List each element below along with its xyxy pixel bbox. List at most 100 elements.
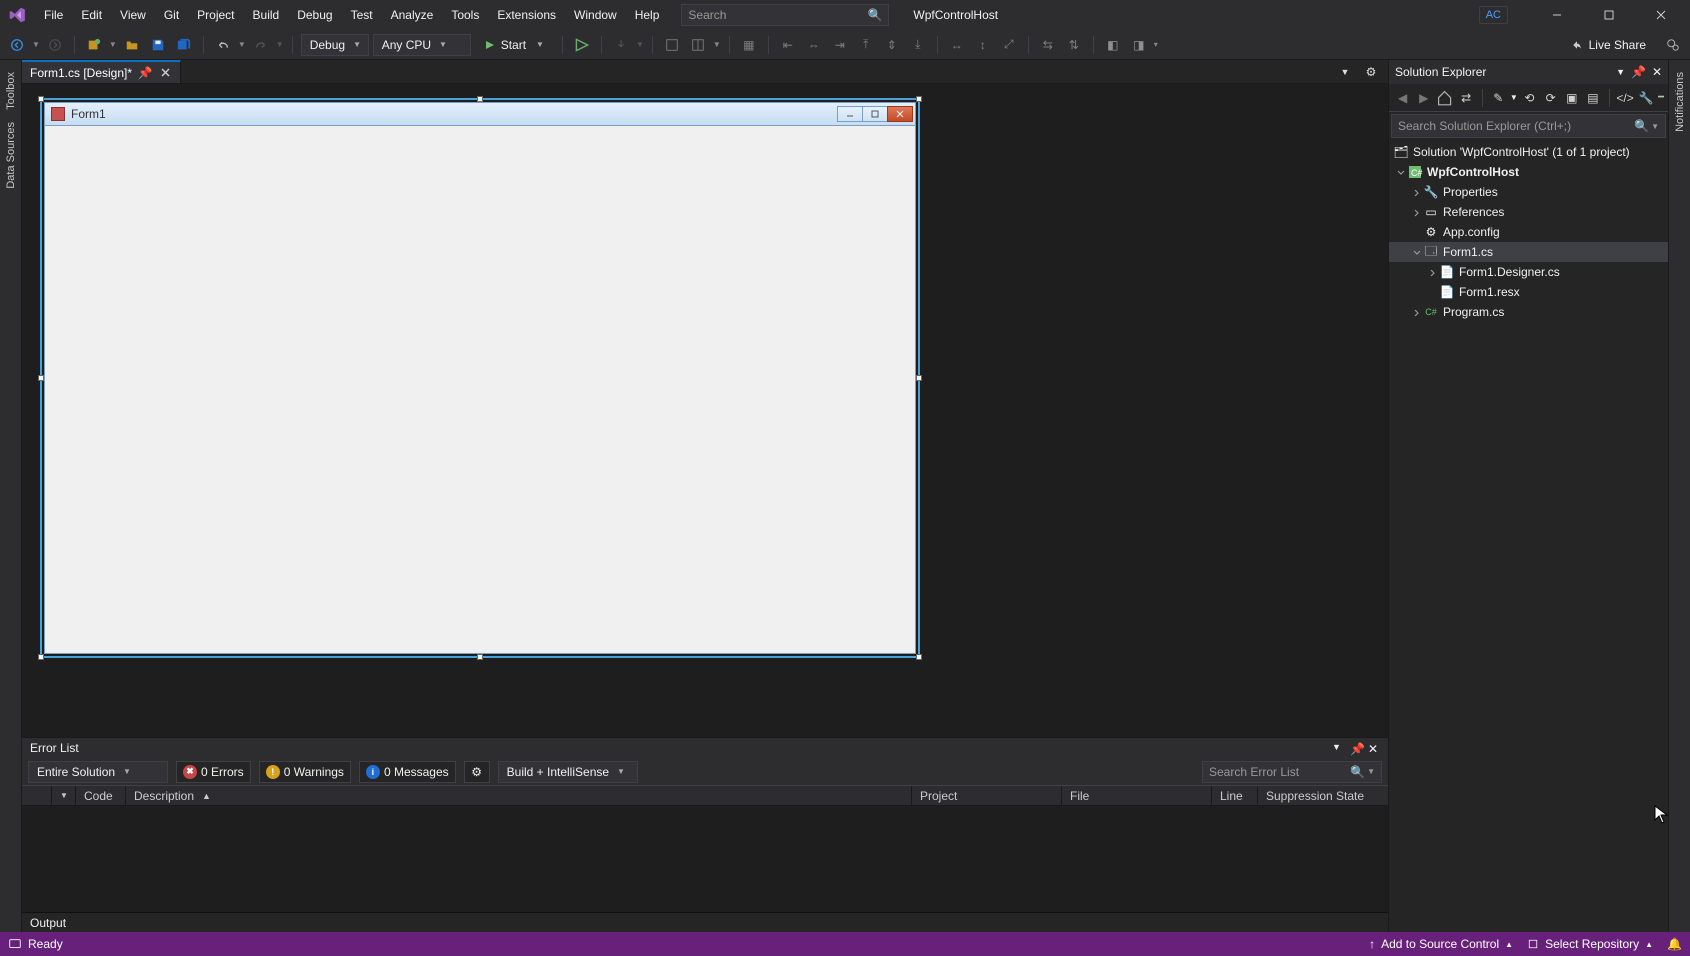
- menu-build[interactable]: Build: [245, 4, 288, 26]
- menu-project[interactable]: Project: [189, 4, 242, 26]
- form-client-area[interactable]: [44, 126, 916, 654]
- layout-button-1[interactable]: [661, 34, 683, 56]
- solution-explorer-search-input[interactable]: Search Solution Explorer (Ctrl+;) 🔍▼: [1391, 114, 1666, 138]
- tree-form1-resx-node[interactable]: 📄 Form1.resx: [1389, 282, 1668, 302]
- align-right-button[interactable]: ⇥: [829, 34, 851, 56]
- global-search-input[interactable]: Search 🔍: [681, 4, 889, 26]
- nav-back-dropdown-icon[interactable]: ▼: [32, 40, 40, 49]
- col-code[interactable]: Code: [76, 786, 126, 805]
- pin-icon[interactable]: 📌: [1350, 742, 1362, 754]
- tree-properties-node[interactable]: 🔧 Properties: [1389, 182, 1668, 202]
- menu-file[interactable]: File: [36, 4, 71, 26]
- col-project[interactable]: Project: [912, 786, 1062, 805]
- size-height-button[interactable]: ↕: [972, 34, 994, 56]
- platform-combo[interactable]: Any CPU▼: [373, 34, 471, 56]
- doc-tab-form1-design[interactable]: Form1.cs [Design]* 📌: [22, 60, 181, 83]
- menu-window[interactable]: Window: [566, 4, 625, 26]
- undo-dropdown-icon[interactable]: ▼: [238, 40, 246, 49]
- build-mode-combo[interactable]: Build + IntelliSense▼: [498, 761, 638, 783]
- menu-analyze[interactable]: Analyze: [383, 4, 442, 26]
- undo-button[interactable]: [212, 34, 234, 56]
- bring-front-button[interactable]: ◧: [1102, 34, 1124, 56]
- window-position-dropdown-icon[interactable]: ▼: [1616, 67, 1625, 77]
- se-collapse-button[interactable]: ▣: [1562, 88, 1581, 108]
- designer-surface[interactable]: Form1: [22, 84, 1388, 737]
- se-view-code-button[interactable]: </>: [1616, 88, 1635, 108]
- col-severity[interactable]: [22, 786, 52, 805]
- tree-project-node[interactable]: C# WpfControlHost: [1389, 162, 1668, 182]
- error-list-search-input[interactable]: Search Error List 🔍▼: [1202, 761, 1382, 783]
- tree-form1cs-node[interactable]: 🗔 Form1.cs: [1389, 242, 1668, 262]
- se-refresh-button[interactable]: ⟳: [1541, 88, 1560, 108]
- output-tab[interactable]: Output: [22, 912, 1388, 932]
- user-badge[interactable]: AC: [1479, 6, 1508, 24]
- live-share-button[interactable]: Live Share: [1563, 34, 1654, 56]
- send-back-button[interactable]: ◨: [1128, 34, 1150, 56]
- menu-test[interactable]: Test: [343, 4, 381, 26]
- menu-git[interactable]: Git: [156, 4, 187, 26]
- error-list-header[interactable]: Error List ▼ 📌 ✕: [22, 738, 1388, 758]
- col-file[interactable]: File: [1062, 786, 1212, 805]
- se-show-all-button[interactable]: ▤: [1583, 88, 1602, 108]
- vspace-equal-button[interactable]: ⇅: [1063, 34, 1085, 56]
- feedback-button[interactable]: [1662, 34, 1684, 56]
- window-close-button[interactable]: [1638, 0, 1684, 30]
- col-line[interactable]: Line: [1212, 786, 1258, 805]
- step-into-button[interactable]: [610, 34, 632, 56]
- select-repository-button[interactable]: Select Repository▲: [1527, 937, 1653, 951]
- new-project-button[interactable]: [83, 34, 105, 56]
- se-sync-button[interactable]: ⟲: [1520, 88, 1539, 108]
- active-files-dropdown-icon[interactable]: ▼: [1334, 61, 1356, 83]
- error-scope-combo[interactable]: Entire Solution▼: [28, 761, 168, 783]
- pin-icon[interactable]: 📌: [1631, 65, 1646, 79]
- se-forward-button[interactable]: ▶: [1414, 88, 1433, 108]
- messages-filter-toggle[interactable]: i0 Messages: [359, 761, 456, 783]
- save-button[interactable]: [147, 34, 169, 56]
- build-intellisense-toggle[interactable]: ⚙: [464, 761, 490, 783]
- save-all-button[interactable]: [173, 34, 195, 56]
- size-width-button[interactable]: ↔: [946, 34, 968, 56]
- expand-icon[interactable]: [1409, 205, 1423, 219]
- open-file-button[interactable]: [121, 34, 143, 56]
- align-top-button[interactable]: ⤒: [855, 34, 877, 56]
- notifications-tab[interactable]: Notifications: [1674, 66, 1686, 138]
- menu-extensions[interactable]: Extensions: [489, 4, 564, 26]
- bell-icon[interactable]: 🔔: [1667, 937, 1682, 951]
- hspace-equal-button[interactable]: ⇆: [1037, 34, 1059, 56]
- menu-view[interactable]: View: [112, 4, 154, 26]
- solution-explorer-header[interactable]: Solution Explorer ▼ 📌 ✕: [1389, 60, 1668, 84]
- menu-edit[interactable]: Edit: [73, 4, 110, 26]
- align-grid-button[interactable]: ▦: [738, 34, 760, 56]
- close-panel-icon[interactable]: ✕: [1368, 742, 1380, 754]
- add-to-source-control-button[interactable]: ↑Add to Source Control▲: [1369, 937, 1513, 951]
- menu-tools[interactable]: Tools: [443, 4, 487, 26]
- window-minimize-button[interactable]: [1534, 0, 1580, 30]
- se-back-button[interactable]: ◀: [1393, 88, 1412, 108]
- se-pending-changes-button[interactable]: ✎: [1489, 88, 1508, 108]
- form-designer-selection[interactable]: Form1: [40, 98, 920, 658]
- close-panel-icon[interactable]: ✕: [1652, 65, 1662, 79]
- align-center-button[interactable]: ⇔: [803, 34, 825, 56]
- expand-icon[interactable]: [1409, 185, 1423, 199]
- warnings-filter-toggle[interactable]: !0 Warnings: [259, 761, 351, 783]
- data-sources-tab[interactable]: Data Sources: [5, 116, 17, 195]
- configuration-combo[interactable]: Debug▼: [301, 34, 369, 56]
- toolbox-tab[interactable]: Toolbox: [5, 66, 17, 116]
- nav-forward-button[interactable]: [44, 34, 66, 56]
- redo-dropdown-icon[interactable]: ▼: [276, 40, 284, 49]
- menu-help[interactable]: Help: [627, 4, 668, 26]
- window-maximize-button[interactable]: [1586, 0, 1632, 30]
- collapse-icon[interactable]: [1393, 165, 1407, 179]
- se-overflow-icon[interactable]: ┅: [1658, 92, 1664, 103]
- pin-icon[interactable]: 📌: [138, 66, 152, 80]
- se-properties-button[interactable]: 🔧: [1637, 88, 1656, 108]
- expand-icon[interactable]: [1409, 305, 1423, 319]
- se-home-button[interactable]: [1435, 88, 1454, 108]
- menu-debug[interactable]: Debug: [289, 4, 340, 26]
- align-bottom-button[interactable]: ⤓: [907, 34, 929, 56]
- window-position-dropdown-icon[interactable]: ▼: [1332, 742, 1344, 754]
- col-suppression[interactable]: Suppression State: [1258, 786, 1388, 805]
- redo-button[interactable]: [250, 34, 272, 56]
- layout-button-2[interactable]: [687, 34, 709, 56]
- size-both-button[interactable]: ⤢: [998, 34, 1020, 56]
